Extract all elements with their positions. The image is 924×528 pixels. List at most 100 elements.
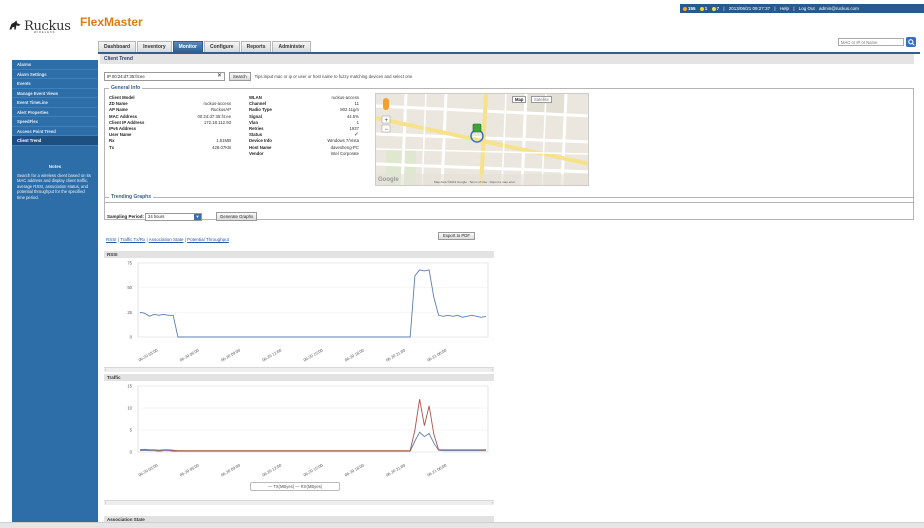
client-search-input[interactable]: IP 00:24:d7:35:f4:ee ✕ — [104, 71, 225, 81]
minor-alarm-count[interactable]: 7 — [711, 6, 719, 11]
traffic-chart-scrollbar[interactable]: ‹ › — [104, 500, 494, 505]
y-tick-label: 25 — [127, 310, 132, 315]
sampling-period-select[interactable]: 24 hours ▼ — [145, 212, 203, 221]
logout-link[interactable]: Log Out — [799, 6, 815, 11]
notes-title: Notes — [48, 163, 62, 169]
satellite-view-button[interactable]: Satellite — [531, 96, 552, 103]
svg-text:+: + — [385, 118, 389, 124]
major-alarm-icon — [699, 6, 704, 11]
sidebar-item-client-trend[interactable]: Client Trend — [12, 136, 98, 146]
x-tick-label: 06-20 15:00 — [303, 462, 325, 477]
user-email: admin@ruckus.com — [819, 6, 859, 11]
google-logo: Google — [378, 177, 399, 183]
global-search-button[interactable] — [906, 37, 916, 47]
sampling-period-label: Sampling Period: — [107, 214, 145, 219]
trending-graphs-section: Trending Graphs Sampling Period: 24 hour… — [104, 194, 914, 221]
search-icon — [907, 38, 915, 46]
x-tick-label: 06-20 12:00 — [261, 347, 283, 362]
tx-label: Tx — [109, 144, 115, 150]
tab-monitor[interactable]: Monitor — [172, 41, 203, 52]
x-tick-label: 06-20 18:00 — [344, 462, 366, 477]
tab-reports[interactable]: Reports — [240, 41, 272, 52]
potential-throughput-link[interactable]: Potential Throughput — [187, 237, 229, 242]
sidebar-item-alert-properties[interactable]: Alert Properties — [12, 108, 98, 117]
sidebar-item-alarms[interactable]: Alarms — [12, 60, 98, 70]
header: 155 1 7 | 2013/06/21 09:27:37 | Help | L… — [0, 0, 924, 54]
rssi-chart-scrollbar[interactable]: ‹ › — [104, 367, 494, 372]
y-tick-label: 75 — [127, 261, 132, 266]
x-tick-label: 06-20 09:00 — [220, 462, 242, 477]
x-tick-label: 06-20 21:00 — [385, 347, 407, 362]
tab-administer[interactable]: Administer — [272, 41, 311, 52]
page-title: Client Trend — [100, 54, 914, 64]
product-name: FlexMaster — [80, 15, 143, 29]
tx-value: 428.07KB — [212, 144, 231, 150]
sidebar-item-events[interactable]: Events — [12, 79, 98, 89]
sampling-row: Sampling Period: 24 hours ▼ Generate Gra… — [107, 212, 258, 221]
y-tick-label: 5 — [130, 428, 133, 433]
app-window: 155 1 7 | 2013/06/21 09:27:37 | Help | L… — [0, 0, 924, 528]
main-tabs: Dashboard Inventory Monitor Configure Re… — [98, 41, 311, 52]
export-pdf-button[interactable]: Export to PDF — [438, 232, 475, 240]
global-search-input[interactable] — [838, 38, 904, 46]
main-content: Client Trend IP 00:24:d7:35:f4:ee ✕ Sear… — [100, 54, 920, 528]
sidebar-item-manage-event-views[interactable]: Manage Event Views — [12, 89, 98, 98]
traffic-chart-legend: — TX(MByes) — RX(MByes) — [250, 482, 340, 491]
trending-graphs-legend: Trending Graphs — [111, 194, 152, 200]
sidebar: Alarms Alarm Settings Events Manage Even… — [12, 60, 98, 528]
clear-icon[interactable]: ✕ — [217, 73, 222, 80]
dog-logo-icon — [9, 20, 21, 30]
general-info-left: Client Model ZD Name ruckus-access AP Nam… — [109, 95, 231, 151]
map-canvas: + − — [376, 94, 588, 185]
notes-panel: Notes Search for a wireless client based… — [12, 146, 98, 207]
critical-alarm-icon — [683, 6, 687, 11]
plot-area — [137, 262, 489, 338]
x-tick-label: 06-20 15:00 — [303, 347, 325, 362]
location-map[interactable]: + − Map Satellite Google Map data ©2013 … — [375, 93, 589, 186]
x-tick-label: 06-20 06:00 — [179, 462, 201, 477]
plot-area — [137, 385, 489, 453]
help-link[interactable]: Help — [780, 6, 789, 11]
tab-configure[interactable]: Configure — [203, 41, 240, 52]
sidebar-item-speedflex[interactable]: SpeedFlex — [12, 117, 98, 127]
traffic-chart-title: Traffic — [104, 374, 494, 381]
graph-links: RSSI | Traffic Tx/Rx | Association State… — [106, 237, 229, 242]
rssi-chart-title: RSSI — [104, 251, 494, 258]
tab-dashboard[interactable]: Dashboard — [98, 41, 137, 52]
search-button[interactable]: Search — [229, 71, 251, 81]
traffic-chart: 15 10 5 0 06-20 03:00 06-20 06:00 06-20 09:00 0… — [127, 384, 489, 478]
svg-text:−: − — [385, 127, 389, 133]
map-view-button[interactable]: Map — [512, 96, 527, 103]
rssi-link[interactable]: RSSI — [106, 237, 117, 242]
page-horizontal-scrollbar[interactable] — [0, 522, 924, 528]
sidebar-item-access-point-trend[interactable]: Access Point Trend — [12, 127, 98, 136]
x-tick-label: 06-20 06:00 — [179, 347, 201, 362]
x-tick-label: 06-21 00:00 — [426, 347, 448, 362]
ruckus-logo: Ruckus WIRELESS — [8, 16, 71, 36]
generate-graphs-button[interactable]: Generate Graphs — [216, 212, 258, 221]
x-tick-label: 06-21 00:00 — [426, 462, 448, 477]
major-alarm-count[interactable]: 1 — [699, 6, 707, 11]
search-tips: Tips:input mac or ip or user or host nam… — [254, 73, 413, 79]
y-tick-label: 15 — [127, 384, 132, 389]
general-info-section: General Info Client Model ZD Name ruckus-… — [104, 85, 914, 203]
vendor-label: Vendor — [249, 150, 264, 156]
x-tick-label: 06-20 03:00 — [138, 462, 160, 477]
association-state-link[interactable]: Association State — [149, 237, 184, 242]
y-tick-label: 0 — [130, 335, 133, 340]
notes-text: Search for a wireless client based on it… — [17, 172, 91, 200]
map-attribution: Map data ©2013 Google · Terms of Use · R… — [434, 180, 516, 184]
critical-alarm-count[interactable]: 155 — [683, 6, 696, 11]
rssi-chart: 75 50 25 0 06-20 03:00 06-20 06:00 06-20 09:00… — [127, 261, 489, 363]
y-tick-label: 50 — [127, 285, 132, 290]
status-bar: 155 1 7 | 2013/06/21 09:27:37 | Help | L… — [680, 4, 924, 13]
sidebar-item-event-timeline[interactable]: Event TimeLine — [12, 98, 98, 108]
minor-alarm-icon — [711, 6, 716, 11]
general-info-legend: General Info — [111, 85, 141, 91]
traffic-link[interactable]: Traffic Tx/Rx — [120, 237, 145, 242]
vendor-value: Intel Corporate — [330, 150, 359, 156]
tab-inventory[interactable]: Inventory — [137, 41, 172, 52]
sidebar-item-alarm-settings[interactable]: Alarm Settings — [12, 70, 98, 79]
x-tick-label: 06-20 18:00 — [344, 347, 366, 362]
general-info-right: WLAN ruckus-access Channel 11 Radio Type 80… — [249, 95, 359, 157]
